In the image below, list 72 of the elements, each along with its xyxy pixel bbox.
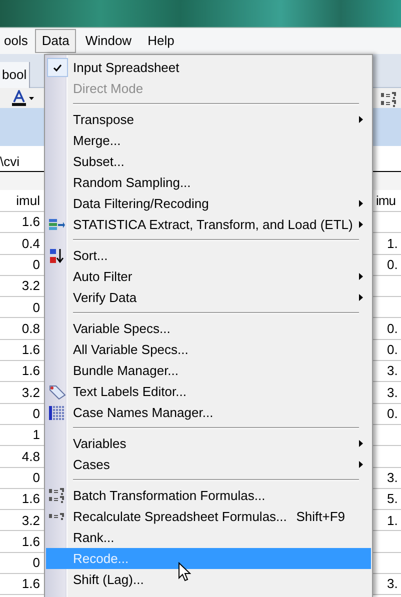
table-cell-text: 4.8	[22, 448, 40, 466]
menu-item[interactable]: Variables	[46, 433, 371, 454]
menu-item[interactable]: Auto Filter	[46, 266, 371, 287]
menu-item[interactable]: Rank...	[46, 527, 371, 548]
table-cell-text: 0	[32, 554, 40, 572]
menu-item[interactable]: Cases	[46, 454, 371, 475]
font-color-icon[interactable]	[12, 90, 26, 106]
data-flow-icon	[48, 218, 66, 232]
menu-item[interactable]: Bundle Manager...	[46, 360, 371, 381]
column-header: imul	[16, 192, 40, 210]
title-band	[373, 108, 401, 146]
title-band	[0, 108, 44, 146]
table-cell-text: 1	[32, 426, 40, 444]
menu-item[interactable]: Random Sampling...	[46, 172, 371, 193]
table-cell-text: 3.	[387, 468, 398, 487]
mouse-cursor-icon	[178, 562, 191, 582]
formula-icon	[49, 512, 65, 520]
table-cell-text: 3.2	[22, 277, 40, 296]
menu-bar-item[interactable]: Data	[34, 29, 76, 53]
table-cell-text: 0.	[387, 341, 398, 360]
menu-item[interactable]: Transpose	[46, 109, 371, 130]
table-cell-text: 1.6	[22, 341, 40, 360]
table-cell-text: 1.6	[22, 575, 40, 594]
menu-bar-item[interactable]: ools	[0, 29, 34, 53]
formula-icon	[49, 488, 65, 504]
menu-item[interactable]: Merge...	[46, 130, 371, 151]
table-cell-text: 0	[32, 405, 40, 424]
table-cell-text: 0.	[387, 320, 398, 338]
table-cell-text: 1.	[387, 512, 398, 530]
shortcut-label: Shift+F9	[296, 508, 346, 526]
formula-icon	[381, 92, 397, 108]
table-cell-text: 0.	[387, 256, 398, 274]
menu-item[interactable]: Recalculate Spreadsheet Formulas... Shift+F9	[46, 506, 371, 527]
table-cell-text: 1.6	[22, 490, 40, 508]
table-cell-text: 1.6	[22, 213, 40, 232]
table-cell-text: 1.6	[22, 532, 40, 551]
table-cell-text: 1.6	[22, 362, 40, 380]
table-cell-text: 0.	[387, 405, 398, 424]
menu-item[interactable]: Input Spreadsheet	[46, 57, 371, 78]
table-cell-text: 0.4	[22, 234, 40, 253]
tab-strip	[373, 54, 401, 88]
menu-item[interactable]: Case Names Manager...	[46, 402, 371, 423]
sort-icon	[49, 248, 65, 264]
table-cell-text: 3.	[387, 575, 398, 594]
menu-item[interactable]: Data Filtering/Recoding	[46, 193, 371, 214]
grid-icon	[49, 406, 65, 420]
table-cell-text: 0	[32, 298, 40, 317]
menu-item[interactable]: Variable Specs...	[46, 318, 371, 339]
menu-item[interactable]: Sort...	[46, 245, 371, 266]
menu-bar-item[interactable]: Help	[140, 29, 182, 53]
table-cell-text: 3.	[387, 362, 398, 380]
table-cell-text: 0.8	[22, 320, 40, 338]
tag-icon	[48, 384, 66, 400]
dropdown-caret-icon[interactable]	[29, 96, 34, 100]
table-cell-text: 0	[32, 256, 40, 274]
menu-item[interactable]: All Variable Specs...	[46, 339, 371, 360]
table-cell-text: 0	[32, 468, 40, 487]
table-cell-text: 3.2	[22, 512, 40, 530]
menu-item[interactable]: Subset...	[46, 151, 371, 172]
menu-item[interactable]: Verify Data	[46, 287, 371, 308]
table-cell-text: 5.	[387, 490, 398, 508]
workbook-tab[interactable]: bool	[0, 62, 30, 88]
menu-item[interactable]: Batch Transformation Formulas...	[46, 485, 371, 506]
menu-bar-item[interactable]: Window	[78, 29, 139, 53]
menu-item[interactable]: STATISTICA Extract, Transform, and Load (ETL)	[46, 214, 371, 235]
menu-item[interactable]: Text Labels Editor...	[46, 381, 371, 402]
file-path-text: \cvi	[0, 153, 20, 171]
table-cell-text: 3.2	[22, 384, 40, 402]
column-header: imu	[376, 192, 396, 210]
table-cell-text: 3.	[387, 384, 398, 402]
table-cell-text: 1.	[387, 234, 398, 253]
menu-item[interactable]: Shift (Lag)...	[46, 569, 371, 590]
